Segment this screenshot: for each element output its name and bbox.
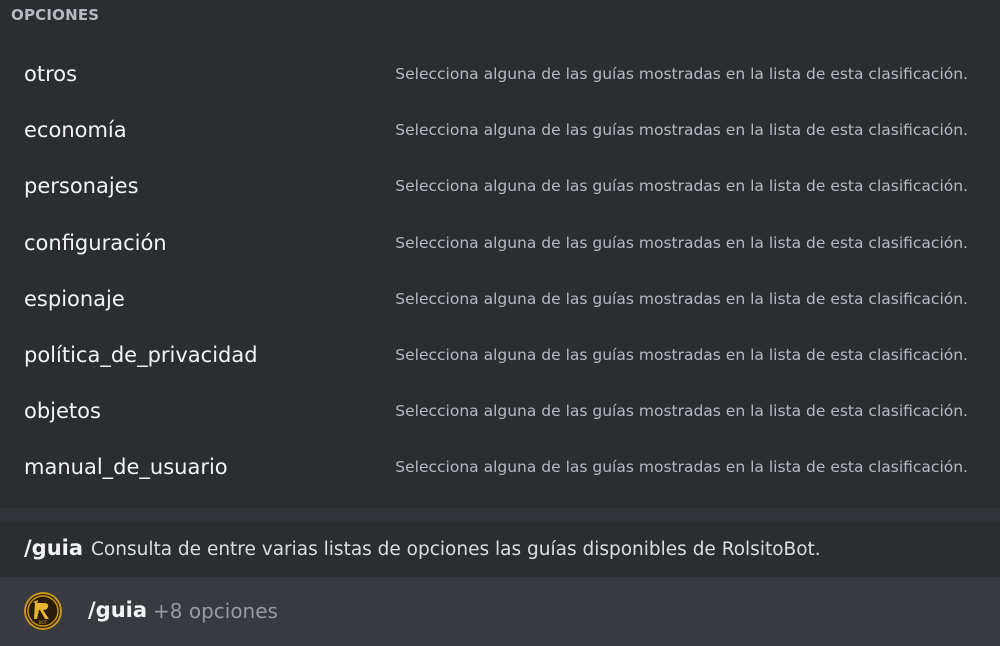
option-description: Selecciona alguna de las guías mostradas… bbox=[395, 121, 968, 140]
option-description: Selecciona alguna de las guías mostradas… bbox=[395, 289, 968, 308]
option-item-economia[interactable]: economía Selecciona alguna de las guías … bbox=[0, 102, 1000, 158]
input-command: /guia bbox=[88, 598, 148, 622]
option-item-configuracion[interactable]: configuración Selecciona alguna de las g… bbox=[0, 215, 1000, 271]
options-header: OPCIONES bbox=[11, 6, 100, 24]
option-description: Selecciona alguna de las guías mostradas… bbox=[395, 458, 968, 477]
input-options-hint: +8 opciones bbox=[153, 599, 278, 623]
option-item-politica-de-privacidad[interactable]: política_de_privacidad Selecciona alguna… bbox=[0, 327, 1000, 383]
option-name: política_de_privacidad bbox=[24, 343, 258, 368]
option-description: Selecciona alguna de las guías mostradas… bbox=[395, 177, 968, 196]
rolsitobot-logo-icon: BOT bbox=[24, 592, 62, 630]
option-description: Selecciona alguna de las guías mostradas… bbox=[395, 346, 968, 365]
option-name: configuración bbox=[24, 230, 167, 255]
options-popout: OPCIONES otros Selecciona alguna de las … bbox=[0, 0, 1000, 508]
option-name: espionaje bbox=[24, 286, 125, 311]
command-description: Consulta de entre varias listas de opcio… bbox=[91, 539, 821, 560]
command-info-bar: /guia Consulta de entre varias listas de… bbox=[0, 522, 1000, 577]
option-item-manual-de-usuario[interactable]: manual_de_usuario Selecciona alguna de l… bbox=[0, 439, 1000, 495]
option-name: personajes bbox=[24, 174, 139, 199]
option-item-otros[interactable]: otros Selecciona alguna de las guías mos… bbox=[0, 46, 1000, 102]
option-name: economía bbox=[24, 118, 127, 143]
option-name: manual_de_usuario bbox=[24, 455, 228, 480]
option-name: otros bbox=[24, 62, 78, 87]
option-description: Selecciona alguna de las guías mostradas… bbox=[395, 233, 968, 252]
option-item-espionaje[interactable]: espionaje Selecciona alguna de las guías… bbox=[0, 271, 1000, 327]
option-item-objetos[interactable]: objetos Selecciona alguna de las guías m… bbox=[0, 383, 1000, 439]
option-name: objetos bbox=[24, 399, 101, 424]
svg-text:BOT: BOT bbox=[39, 620, 48, 625]
popout-divider bbox=[0, 508, 1000, 522]
message-input-bar[interactable]: BOT /guia +8 opciones bbox=[0, 577, 1000, 646]
option-description: Selecciona alguna de las guías mostradas… bbox=[395, 402, 968, 421]
options-list: otros Selecciona alguna de las guías mos… bbox=[0, 46, 1000, 496]
option-item-personajes[interactable]: personajes Selecciona alguna de las guía… bbox=[0, 158, 1000, 214]
command-name: /guia bbox=[24, 536, 84, 560]
option-description: Selecciona alguna de las guías mostradas… bbox=[395, 65, 968, 84]
